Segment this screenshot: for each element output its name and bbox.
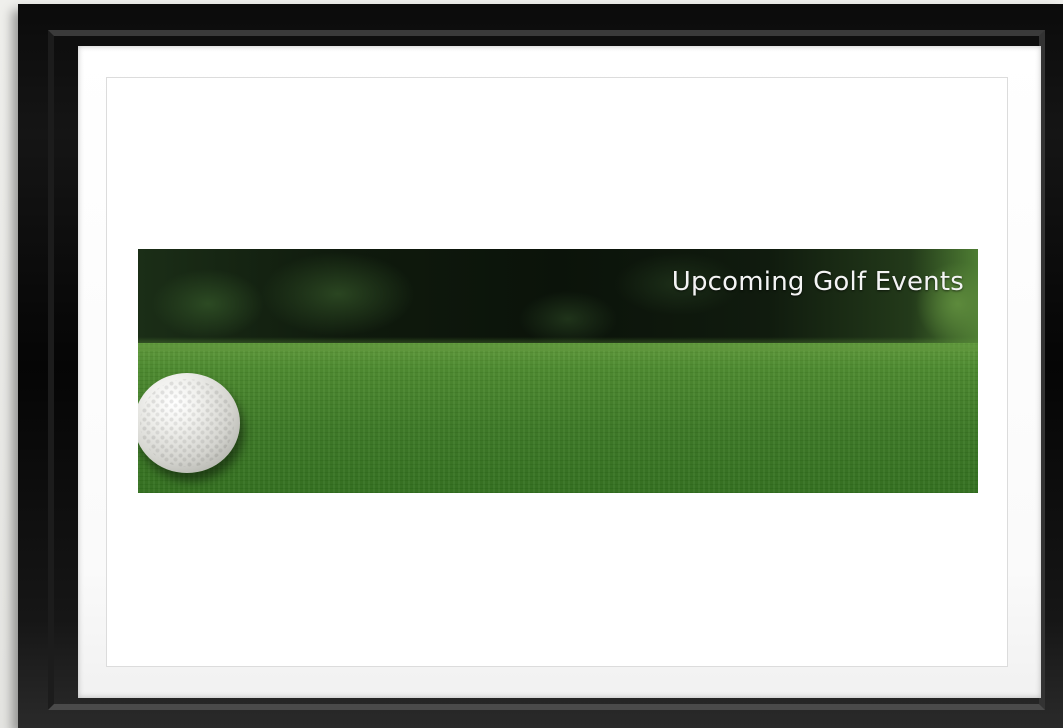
golf-banner-image: Upcoming Golf Events (138, 249, 978, 493)
grass-fairway (138, 343, 978, 493)
banner-title: Upcoming Golf Events (671, 267, 964, 297)
white-mat: Upcoming Golf Events (78, 46, 1041, 698)
framed-slide-scene: Upcoming Golf Events (0, 0, 1063, 728)
tree-line-background (138, 249, 978, 345)
slide-area: Upcoming Golf Events (106, 77, 1008, 667)
horizon-blend (138, 337, 978, 351)
golf-ball-icon (138, 373, 240, 473)
picture-frame: Upcoming Golf Events (18, 4, 1063, 728)
